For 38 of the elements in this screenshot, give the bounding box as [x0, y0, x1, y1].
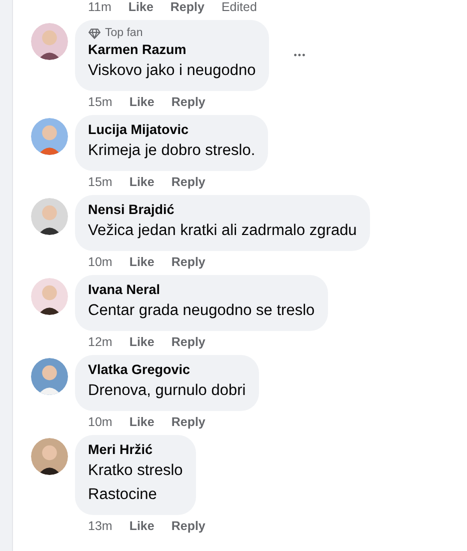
reply-link[interactable]: Reply [171, 174, 206, 190]
badge-label: Top fan [105, 26, 143, 41]
comment-time: 10m [88, 414, 112, 430]
reply-link[interactable]: Reply [171, 94, 206, 110]
author-name[interactable]: Karmen Razum [88, 41, 256, 59]
reply-link[interactable]: Reply [171, 254, 206, 270]
reply-link[interactable]: Reply [171, 414, 206, 430]
comment-time: 11m [88, 0, 112, 15]
comment-time: 13m [88, 518, 112, 534]
comment-text: Kratko streslo [88, 461, 183, 481]
reply-link[interactable]: Reply [170, 0, 204, 15]
reply-link[interactable]: Reply [171, 334, 206, 350]
author-name[interactable]: Ivana Neral [88, 281, 315, 299]
like-link[interactable]: Like [129, 94, 154, 110]
comment-text: Drenova, gurnulo dobri [88, 381, 246, 401]
like-link[interactable]: Like [129, 334, 154, 350]
comment-text: Viskovo jako i neugodno [88, 61, 256, 81]
comment-time: 15m [88, 174, 112, 190]
author-name[interactable]: Nensi Brajdić [88, 201, 357, 219]
comment-time: 12m [88, 334, 112, 350]
diamond-icon [88, 28, 101, 39]
like-link[interactable]: Like [129, 414, 154, 430]
author-name[interactable]: Lucija Mijatovic [88, 121, 256, 139]
comment-time: 15m [88, 94, 112, 110]
like-link[interactable]: Like [128, 0, 154, 15]
comment-text: Krimeja je dobro streslo. [88, 141, 256, 161]
comment-text: Centar grada neugodno se treslo [88, 301, 315, 321]
comment-text: Vežica jedan kratki ali zadrmalo zgradu [88, 221, 357, 241]
like-link[interactable]: Like [129, 174, 154, 190]
like-link[interactable]: Like [129, 254, 154, 270]
author-name[interactable]: Meri Hržić [88, 441, 183, 459]
like-link[interactable]: Like [129, 518, 154, 534]
author-name[interactable]: Vlatka Gregovic [88, 361, 246, 379]
comment-text: Rastocine [88, 485, 158, 505]
more-button[interactable]: ••• [290, 44, 310, 66]
edited-label: Edited [221, 0, 257, 15]
reply-link[interactable]: Reply [171, 518, 206, 534]
comment-time: 10m [88, 254, 112, 270]
